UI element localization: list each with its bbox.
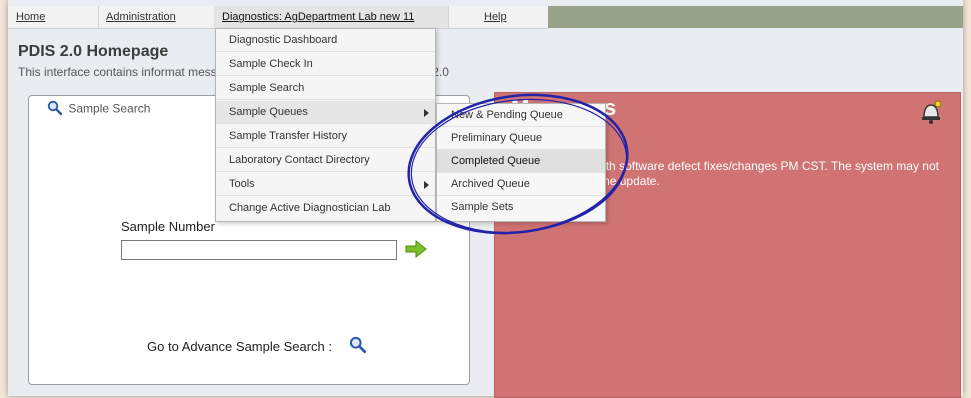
submenu-arrow-icon	[424, 181, 429, 189]
menu-diagnostics[interactable]: Diagnostics: AgDepartment Lab new 11	[214, 6, 449, 28]
submenu-item-sample-sets[interactable]: Sample Sets	[437, 196, 605, 219]
menu-item-sample-queues-label: Sample Queues	[229, 106, 308, 118]
menu-item-sample-check-in[interactable]: Sample Check In	[216, 53, 435, 76]
menu-administration[interactable]: Administration	[98, 6, 215, 28]
sample-search-legend: Sample Search	[43, 100, 155, 119]
menu-bar-extension	[548, 6, 963, 28]
advance-search-icon[interactable]	[349, 336, 367, 359]
sample-number-input[interactable]	[121, 240, 397, 260]
menu-item-sample-search[interactable]: Sample Search	[216, 77, 435, 100]
app-frame: Home Administration Diagnostics: AgDepar…	[8, 0, 963, 398]
search-icon	[47, 100, 63, 119]
menu-bar: Home Administration Diagnostics: AgDepar…	[8, 6, 548, 29]
advance-search-link[interactable]: Go to Advance Sample Search :	[147, 339, 332, 354]
menu-home[interactable]: Home	[8, 6, 99, 28]
menu-item-laboratory-contact-directory[interactable]: Laboratory Contact Directory	[216, 149, 435, 172]
menu-item-tools[interactable]: Tools	[216, 173, 435, 196]
sample-queues-submenu: New & Pending Queue Preliminary Queue Co…	[436, 103, 606, 222]
diagnostics-dropdown: Diagnostic Dashboard Sample Check In Sam…	[215, 28, 436, 222]
sample-search-legend-label: Sample Search	[68, 101, 151, 116]
menu-item-sample-transfer-history[interactable]: Sample Transfer History	[216, 125, 435, 148]
menu-item-sample-queues[interactable]: Sample Queues	[216, 101, 435, 124]
go-arrow-icon[interactable]	[405, 239, 427, 263]
submenu-item-archived-queue[interactable]: Archived Queue	[437, 173, 605, 196]
submenu-arrow-icon	[424, 109, 429, 117]
sample-number-label: Sample Number	[121, 219, 215, 234]
page-title: PDIS 2.0 Homepage	[18, 43, 169, 60]
menu-item-tools-label: Tools	[229, 178, 255, 190]
menu-item-change-active-diagnostician-lab[interactable]: Change Active Diagnostician Lab	[216, 197, 435, 220]
menu-item-diagnostic-dashboard[interactable]: Diagnostic Dashboard	[216, 29, 435, 52]
submenu-item-preliminary-queue[interactable]: Preliminary Queue	[437, 127, 605, 150]
submenu-item-completed-queue[interactable]: Completed Queue	[437, 150, 605, 173]
submenu-item-new-pending-queue[interactable]: New & Pending Queue	[437, 104, 605, 127]
bell-icon	[918, 99, 944, 130]
